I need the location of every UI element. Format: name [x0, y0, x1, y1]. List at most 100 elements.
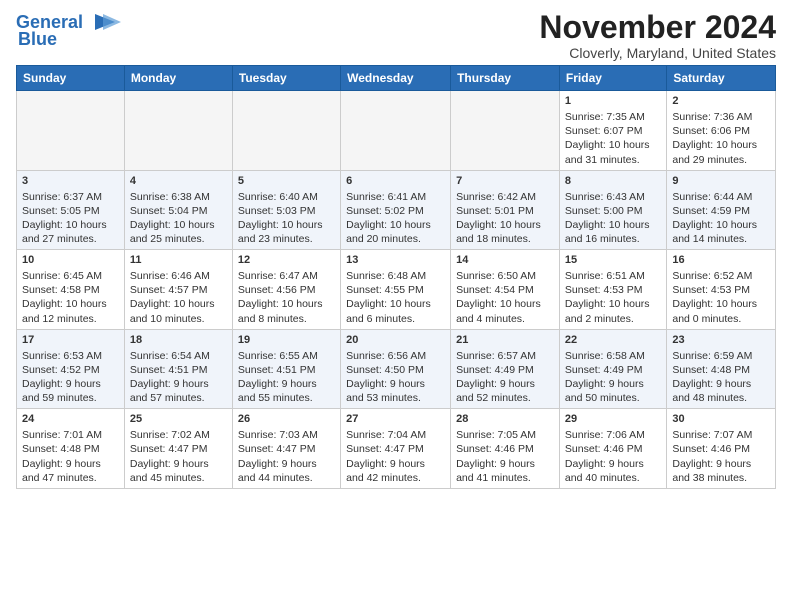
day-info: Sunrise: 6:45 AM Sunset: 4:58 PM Dayligh… [22, 270, 107, 325]
day-info: Sunrise: 6:57 AM Sunset: 4:49 PM Dayligh… [456, 350, 536, 405]
day-number: 3 [22, 174, 119, 189]
header: General Blue November 2024 Cloverly, Mar… [16, 10, 776, 61]
day-cell [232, 91, 340, 171]
day-cell: 26 Sunrise: 7:03 AM Sunset: 4:47 PM Dayli… [232, 409, 340, 489]
day-number: 16 [672, 253, 770, 268]
day-number: 18 [130, 333, 227, 348]
day-number: 13 [346, 253, 445, 268]
day-info: Sunrise: 6:37 AM Sunset: 5:05 PM Dayligh… [22, 191, 107, 246]
day-info: Sunrise: 7:36 AM Sunset: 6:06 PM Dayligh… [672, 111, 757, 166]
day-cell: 27 Sunrise: 7:04 AM Sunset: 4:47 PM Dayli… [341, 409, 451, 489]
day-info: Sunrise: 7:01 AM Sunset: 4:48 PM Dayligh… [22, 429, 102, 484]
day-info: Sunrise: 7:04 AM Sunset: 4:47 PM Dayligh… [346, 429, 426, 484]
day-number: 15 [565, 253, 661, 268]
th-wednesday: Wednesday [341, 66, 451, 91]
day-cell: 30Sunrise: 7:07 AM Sunset: 4:46 PM Dayli… [667, 409, 776, 489]
day-cell: 8 Sunrise: 6:43 AM Sunset: 5:00 PM Daylig… [559, 170, 666, 250]
day-info: Sunrise: 7:07 AM Sunset: 4:46 PM Dayligh… [672, 429, 752, 484]
day-info: Sunrise: 6:38 AM Sunset: 5:04 PM Dayligh… [130, 191, 215, 246]
day-cell: 18 Sunrise: 6:54 AM Sunset: 4:51 PM Dayli… [124, 329, 232, 409]
day-info: Sunrise: 6:48 AM Sunset: 4:55 PM Dayligh… [346, 270, 431, 325]
day-info: Sunrise: 6:54 AM Sunset: 4:51 PM Dayligh… [130, 350, 210, 405]
week-row-4: 17Sunrise: 6:53 AM Sunset: 4:52 PM Dayli… [17, 329, 776, 409]
day-number: 11 [130, 253, 227, 268]
month-title: November 2024 [539, 10, 776, 45]
day-cell: 25 Sunrise: 7:02 AM Sunset: 4:47 PM Dayli… [124, 409, 232, 489]
title-block: November 2024 Cloverly, Maryland, United… [539, 10, 776, 61]
th-saturday: Saturday [667, 66, 776, 91]
day-number: 23 [672, 333, 770, 348]
day-cell: 9 Sunrise: 6:44 AM Sunset: 4:59 PM Daylig… [667, 170, 776, 250]
day-cell: 7 Sunrise: 6:42 AM Sunset: 5:01 PM Daylig… [451, 170, 560, 250]
day-info: Sunrise: 6:50 AM Sunset: 4:54 PM Dayligh… [456, 270, 541, 325]
day-info: Sunrise: 6:55 AM Sunset: 4:51 PM Dayligh… [238, 350, 318, 405]
day-number: 9 [672, 174, 770, 189]
week-row-3: 10 Sunrise: 6:45 AM Sunset: 4:58 PM Dayli… [17, 250, 776, 330]
day-cell: 21Sunrise: 6:57 AM Sunset: 4:49 PM Dayli… [451, 329, 560, 409]
day-number: 1 [565, 94, 661, 109]
day-info: Sunrise: 6:42 AM Sunset: 5:01 PM Dayligh… [456, 191, 541, 246]
day-info: Sunrise: 6:41 AM Sunset: 5:02 PM Dayligh… [346, 191, 431, 246]
day-cell: 13 Sunrise: 6:48 AM Sunset: 4:55 PM Dayli… [341, 250, 451, 330]
day-number: 27 [346, 412, 445, 427]
day-cell: 20 Sunrise: 6:56 AM Sunset: 4:50 PM Dayli… [341, 329, 451, 409]
day-cell [124, 91, 232, 171]
th-tuesday: Tuesday [232, 66, 340, 91]
day-info: Sunrise: 6:43 AM Sunset: 5:00 PM Dayligh… [565, 191, 650, 246]
page: General Blue November 2024 Cloverly, Mar… [0, 0, 792, 497]
day-cell: 10 Sunrise: 6:45 AM Sunset: 4:58 PM Dayli… [17, 250, 125, 330]
day-number: 20 [346, 333, 445, 348]
day-number: 8 [565, 174, 661, 189]
day-cell [451, 91, 560, 171]
header-row: Sunday Monday Tuesday Wednesday Thursday… [17, 66, 776, 91]
day-info: Sunrise: 7:02 AM Sunset: 4:47 PM Dayligh… [130, 429, 210, 484]
day-cell: 22 Sunrise: 6:58 AM Sunset: 4:49 PM Dayli… [559, 329, 666, 409]
day-number: 25 [130, 412, 227, 427]
day-info: Sunrise: 6:44 AM Sunset: 4:59 PM Dayligh… [672, 191, 757, 246]
th-monday: Monday [124, 66, 232, 91]
day-number: 29 [565, 412, 661, 427]
day-cell: 19 Sunrise: 6:55 AM Sunset: 4:51 PM Dayli… [232, 329, 340, 409]
day-cell: 16 Sunrise: 6:52 AM Sunset: 4:53 PM Dayli… [667, 250, 776, 330]
day-cell: 12Sunrise: 6:47 AM Sunset: 4:56 PM Dayli… [232, 250, 340, 330]
day-cell: 3 Sunrise: 6:37 AM Sunset: 5:05 PM Daylig… [17, 170, 125, 250]
day-info: Sunrise: 6:56 AM Sunset: 4:50 PM Dayligh… [346, 350, 426, 405]
day-info: Sunrise: 7:03 AM Sunset: 4:47 PM Dayligh… [238, 429, 318, 484]
day-cell: 28Sunrise: 7:05 AM Sunset: 4:46 PM Dayli… [451, 409, 560, 489]
location-subtitle: Cloverly, Maryland, United States [539, 45, 776, 61]
day-cell: 1 Sunrise: 7:35 AM Sunset: 6:07 PM Daylig… [559, 91, 666, 171]
day-number: 4 [130, 174, 227, 189]
day-number: 10 [22, 253, 119, 268]
day-number: 19 [238, 333, 335, 348]
week-row-2: 3 Sunrise: 6:37 AM Sunset: 5:05 PM Daylig… [17, 170, 776, 250]
day-info: Sunrise: 6:52 AM Sunset: 4:53 PM Dayligh… [672, 270, 757, 325]
day-number: 5 [238, 174, 335, 189]
th-sunday: Sunday [17, 66, 125, 91]
day-number: 14 [456, 253, 554, 268]
day-number: 24 [22, 412, 119, 427]
day-info: Sunrise: 6:59 AM Sunset: 4:48 PM Dayligh… [672, 350, 752, 405]
th-friday: Friday [559, 66, 666, 91]
calendar-header: Sunday Monday Tuesday Wednesday Thursday… [17, 66, 776, 91]
day-cell: 14 Sunrise: 6:50 AM Sunset: 4:54 PM Dayli… [451, 250, 560, 330]
day-cell: 15Sunrise: 6:51 AM Sunset: 4:53 PM Dayli… [559, 250, 666, 330]
day-info: Sunrise: 7:35 AM Sunset: 6:07 PM Dayligh… [565, 111, 650, 166]
day-cell [17, 91, 125, 171]
day-number: 7 [456, 174, 554, 189]
day-number: 6 [346, 174, 445, 189]
th-thursday: Thursday [451, 66, 560, 91]
day-info: Sunrise: 6:53 AM Sunset: 4:52 PM Dayligh… [22, 350, 102, 405]
day-info: Sunrise: 7:06 AM Sunset: 4:46 PM Dayligh… [565, 429, 645, 484]
week-row-1: 1 Sunrise: 7:35 AM Sunset: 6:07 PM Daylig… [17, 91, 776, 171]
day-number: 28 [456, 412, 554, 427]
day-cell: 11Sunrise: 6:46 AM Sunset: 4:57 PM Dayli… [124, 250, 232, 330]
day-cell: 24 Sunrise: 7:01 AM Sunset: 4:48 PM Dayli… [17, 409, 125, 489]
day-number: 22 [565, 333, 661, 348]
day-number: 26 [238, 412, 335, 427]
day-cell: 23 Sunrise: 6:59 AM Sunset: 4:48 PM Dayli… [667, 329, 776, 409]
day-cell: 2 Sunrise: 7:36 AM Sunset: 6:06 PM Daylig… [667, 91, 776, 171]
day-cell [341, 91, 451, 171]
day-cell: 5Sunrise: 6:40 AM Sunset: 5:03 PM Daylig… [232, 170, 340, 250]
day-info: Sunrise: 6:58 AM Sunset: 4:49 PM Dayligh… [565, 350, 645, 405]
day-number: 2 [672, 94, 770, 109]
